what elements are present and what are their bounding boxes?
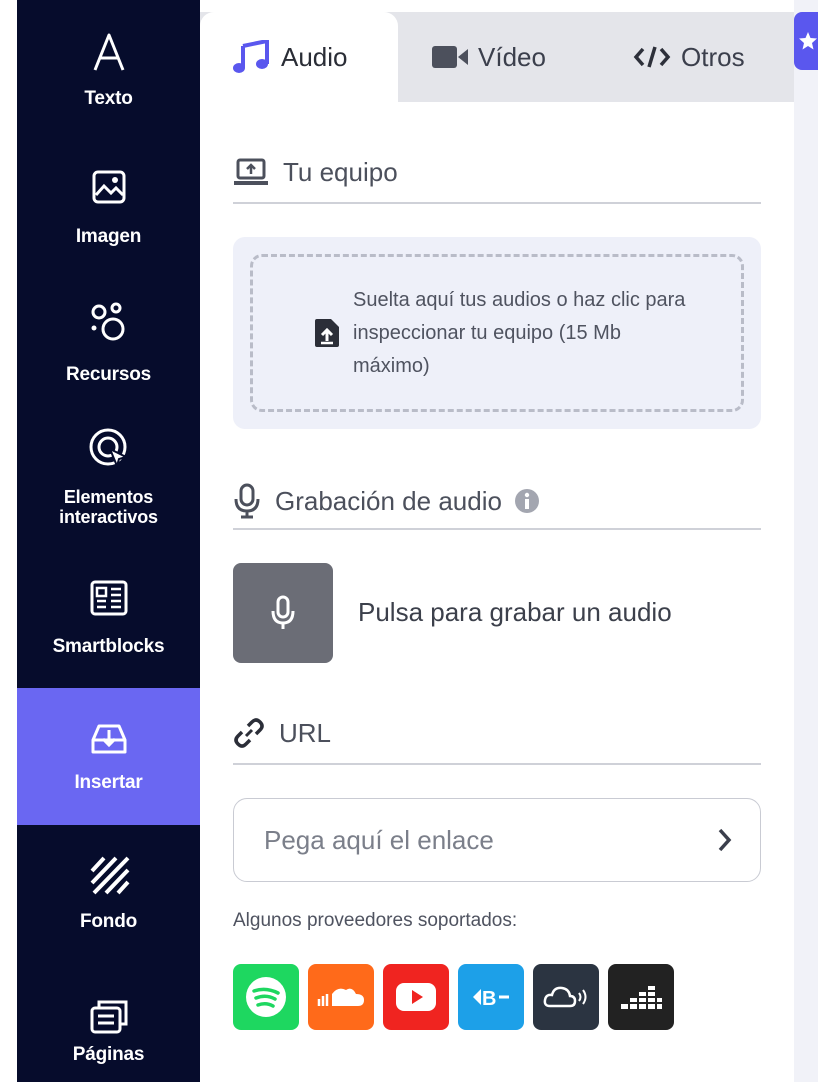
url-field[interactable] [233, 798, 761, 882]
microphone-icon [234, 483, 260, 519]
section-title-label: URL [279, 717, 332, 748]
sidebar-item-label: Recursos [66, 364, 151, 385]
sidebar-item-elementos-interactivos[interactable]: Elementos interactivos [17, 411, 200, 548]
divider [233, 528, 761, 530]
drop-zone-text: Suelta aquí tus audios o haz clic para i… [353, 289, 686, 377]
text-icon [17, 32, 200, 72]
resources-icon [17, 302, 200, 342]
soundcloud-icon[interactable] [308, 964, 374, 1030]
sidebar-item-recursos[interactable]: Recursos [17, 274, 200, 411]
divider [233, 763, 761, 765]
record-audio-button[interactable] [233, 563, 333, 663]
info-icon[interactable] [514, 488, 540, 514]
chevron-right-icon[interactable] [716, 825, 734, 855]
tab-audio-label: Audio [281, 41, 348, 72]
sidebar-item-label: Fondo [79, 911, 138, 932]
sidebar-item-fondo[interactable]: Fondo [17, 825, 200, 962]
music-note-icon [233, 40, 269, 73]
sidebar-item-paginas[interactable]: Páginas [17, 962, 200, 1082]
tab-audio[interactable]: Audio [200, 12, 398, 102]
code-icon [633, 46, 671, 68]
sidebar-item-label: Páginas [72, 1044, 145, 1065]
laptop-upload-icon [234, 158, 268, 185]
sidebar-item-insertar[interactable]: Insertar [17, 688, 200, 825]
tab-video[interactable]: Vídeo [432, 12, 546, 102]
spotify-icon[interactable] [233, 964, 299, 1030]
bandcamp-icon[interactable]: B [458, 964, 524, 1030]
microphone-icon [271, 595, 295, 629]
sidebar-item-texto[interactable]: Texto [17, 0, 200, 137]
section-title-label: Grabación de audio [275, 485, 502, 516]
background-icon [17, 855, 200, 895]
tab-video-label: Vídeo [478, 41, 546, 72]
section-url: URL [233, 717, 331, 749]
deezer-icon[interactable] [608, 964, 674, 1030]
section-grabacion: Grabación de audio [233, 483, 554, 519]
interactive-icon [17, 427, 200, 469]
providers-label: Algunos proveedores soportados: [233, 910, 518, 931]
canvas-edge [794, 0, 818, 1082]
url-input[interactable] [264, 821, 684, 859]
pages-icon [17, 998, 200, 1034]
sidebar-item-label: Imagen [75, 226, 142, 247]
sidebar-item-label: Texto [84, 88, 133, 109]
svg-text:B: B [482, 988, 496, 1010]
image-icon [17, 169, 200, 205]
tab-otros[interactable]: Otros [633, 12, 745, 102]
file-upload-icon [313, 317, 341, 354]
divider [233, 202, 761, 204]
link-icon [234, 718, 264, 748]
sidebar-item-label: Smartblocks [52, 636, 165, 657]
section-title-label: Tu equipo [283, 157, 398, 187]
video-camera-icon [432, 46, 468, 68]
sidebar-item-label: Insertar [74, 772, 143, 793]
insert-icon [17, 718, 200, 758]
smartblocks-icon [17, 580, 200, 616]
sidebar-item-label: Elementos interactivos [59, 487, 158, 527]
sidebar-item-smartblocks[interactable]: Smartblocks [17, 548, 200, 685]
youtube-icon[interactable] [383, 964, 449, 1030]
sidebar: Texto Imagen Recursos Elementos interact… [17, 0, 200, 1082]
tab-otros-label: Otros [681, 41, 745, 72]
section-tu-equipo: Tu equipo [233, 157, 398, 188]
sidebar-item-imagen[interactable]: Imagen [17, 137, 200, 274]
insert-panel: Audio Vídeo Otros Tu equipo Suelta aquí … [200, 0, 794, 1082]
star-icon[interactable] [794, 12, 818, 70]
record-audio-label[interactable]: Pulsa para grabar un audio [358, 597, 672, 628]
cloud-audio-icon[interactable] [533, 964, 599, 1030]
